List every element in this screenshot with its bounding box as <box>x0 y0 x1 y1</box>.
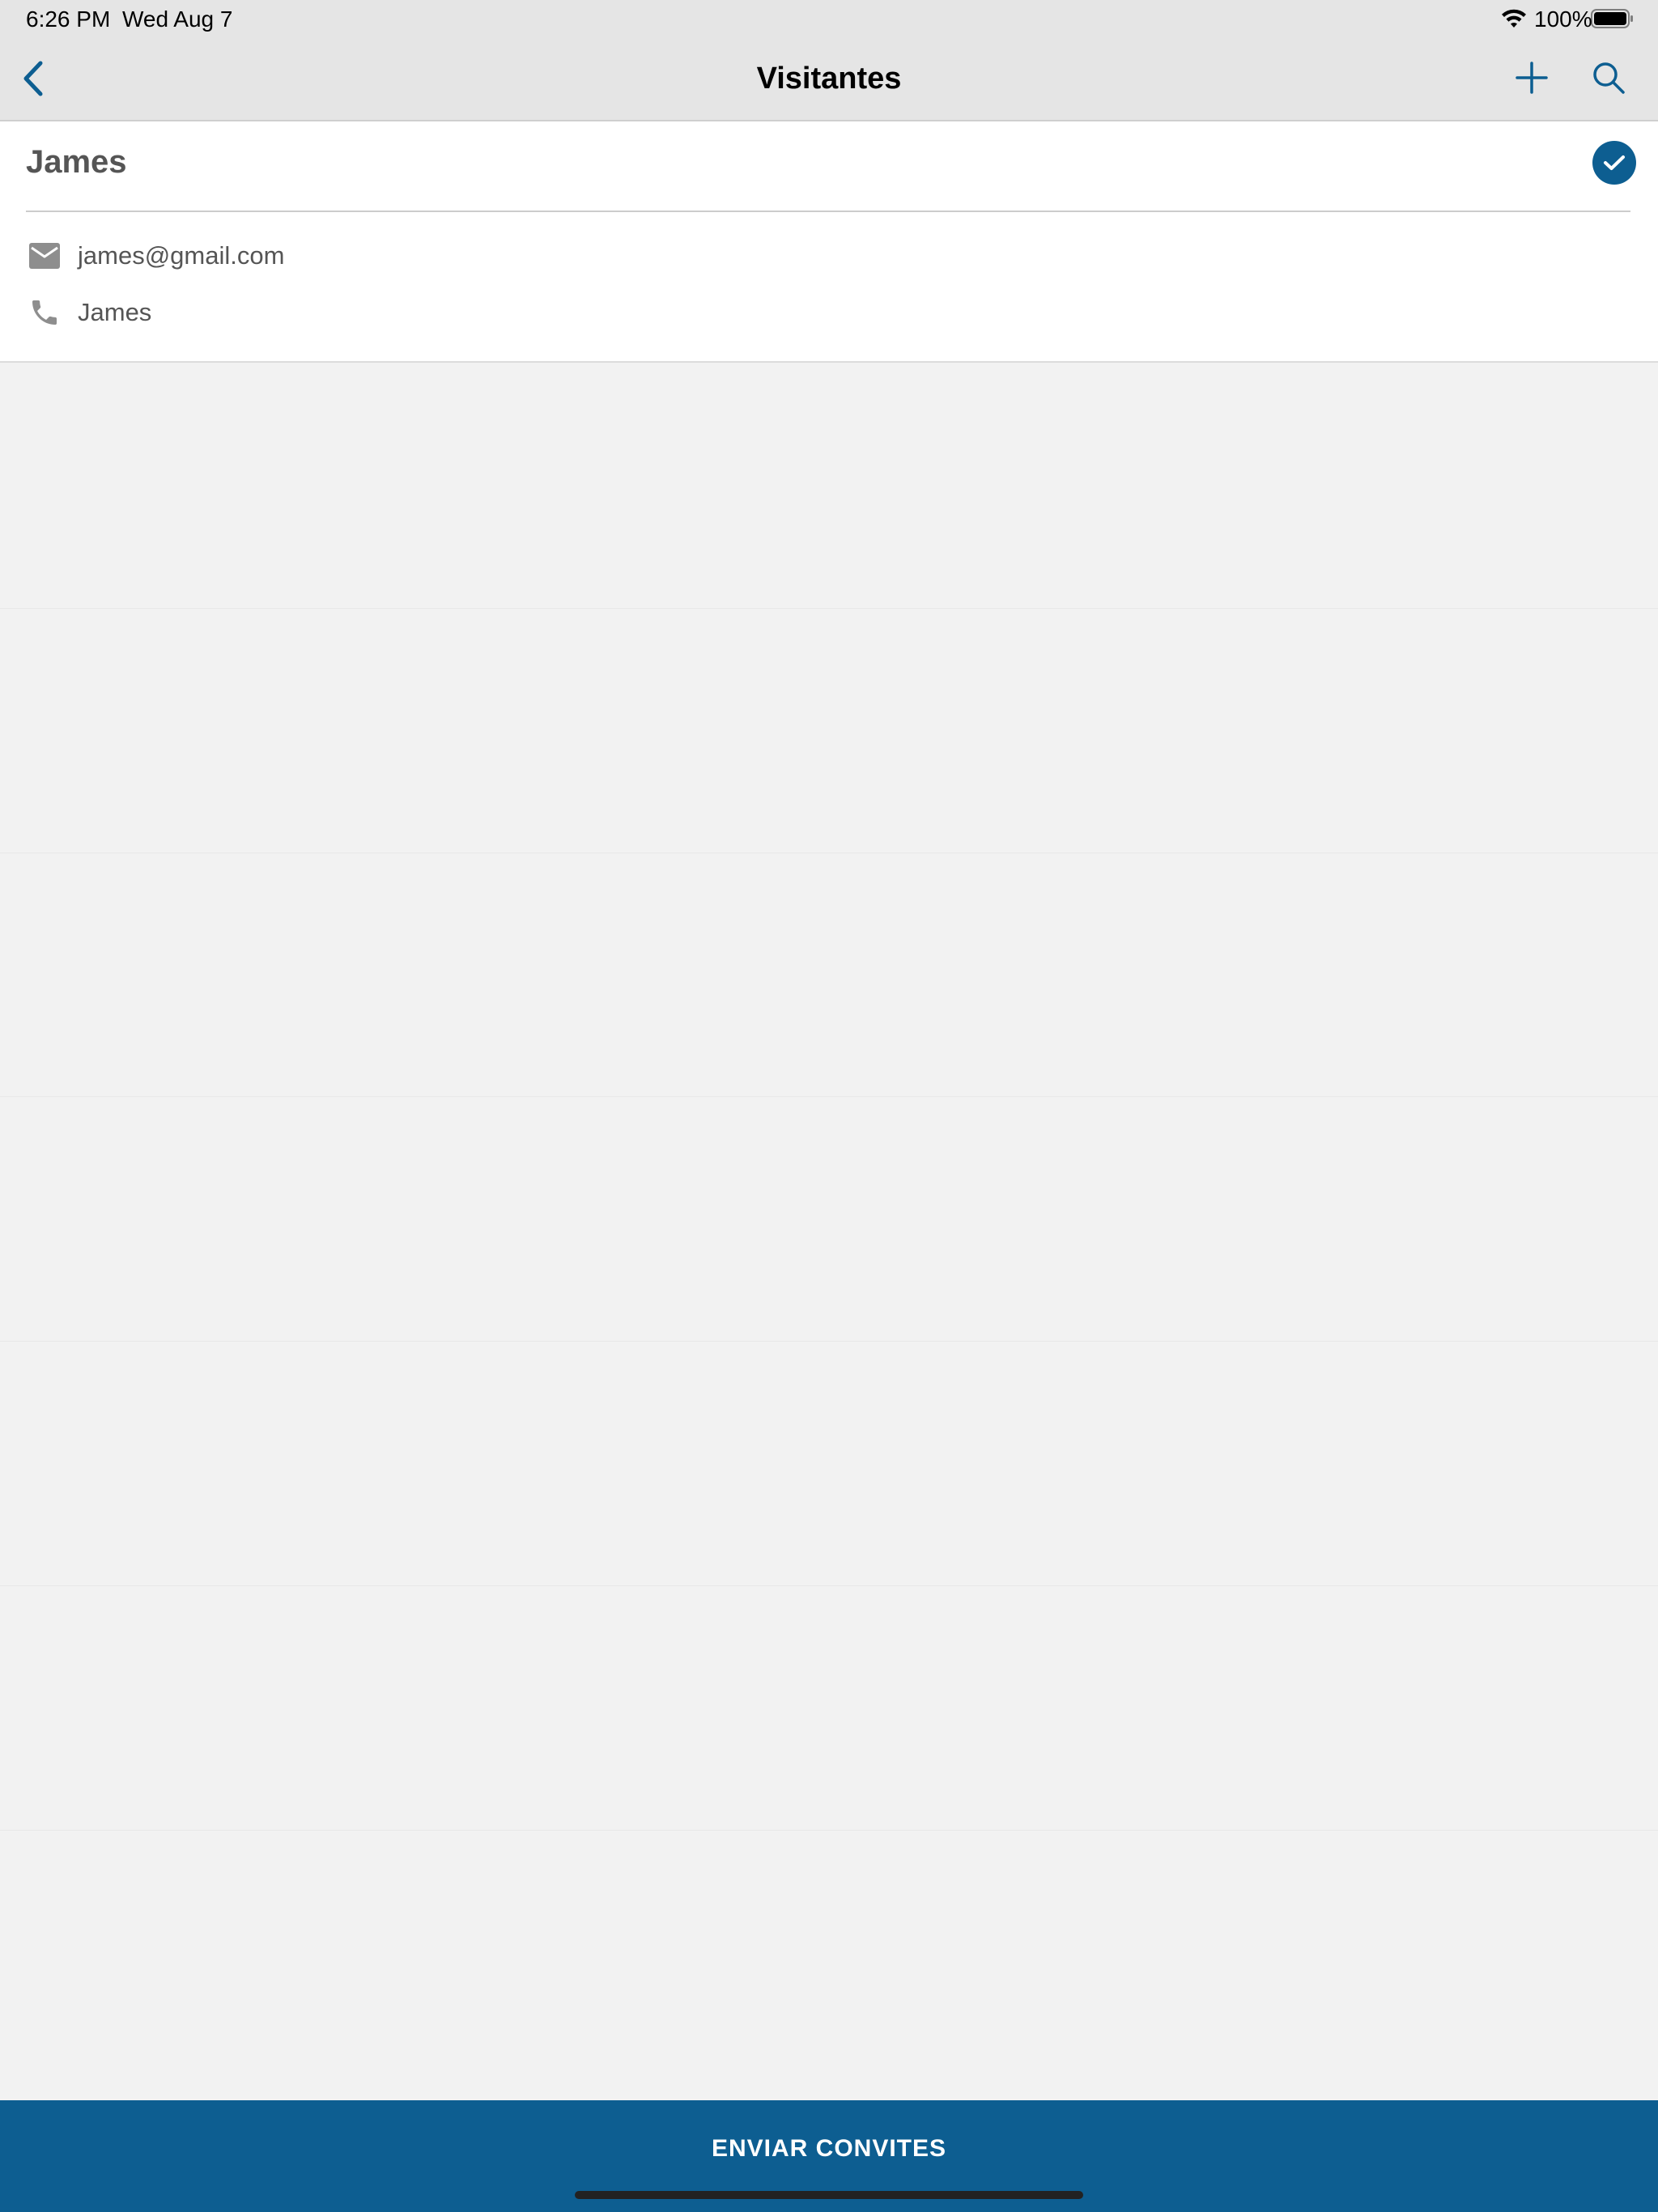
search-button[interactable] <box>1591 60 1626 96</box>
home-indicator <box>575 2191 1083 2199</box>
wifi-icon <box>1500 8 1528 29</box>
plus-icon <box>1516 62 1548 94</box>
battery-percentage: 100% <box>1534 6 1592 32</box>
row-separator <box>0 1585 1658 1586</box>
visitor-phone: James <box>78 298 152 326</box>
row-separator <box>0 608 1658 609</box>
send-invites-button[interactable]: ENVIAR CONVITES <box>0 2100 1658 2212</box>
search-icon <box>1593 62 1625 94</box>
phone-icon <box>26 294 63 331</box>
visitor-email-row: james@gmail.com <box>26 236 284 276</box>
check-icon <box>1604 155 1625 170</box>
status-date: Wed Aug 7 <box>122 6 233 32</box>
row-separator <box>0 1830 1658 1831</box>
page-title: Visitantes <box>756 62 902 96</box>
visitor-email: james@gmail.com <box>78 241 285 270</box>
status-time: 6:26 PM <box>26 6 111 32</box>
battery-icon <box>1591 8 1635 29</box>
add-visitor-button[interactable] <box>1514 60 1550 96</box>
selected-checkbox[interactable] <box>1592 141 1636 185</box>
row-separator <box>0 1096 1658 1097</box>
visitor-phone-row: James <box>26 292 151 333</box>
visitor-name: James <box>26 144 127 180</box>
visitors-screen: 6:26 PM Wed Aug 7 100% Visitantes James … <box>0 0 1658 2212</box>
mail-icon <box>26 237 63 274</box>
row-separator <box>0 1341 1658 1342</box>
header: 6:26 PM Wed Aug 7 100% Visitantes <box>0 0 1658 121</box>
divider <box>26 211 1630 212</box>
visitor-card[interactable]: James james@gmail.com James <box>0 121 1658 363</box>
send-invites-label: ENVIAR CONVITES <box>711 2135 947 2162</box>
